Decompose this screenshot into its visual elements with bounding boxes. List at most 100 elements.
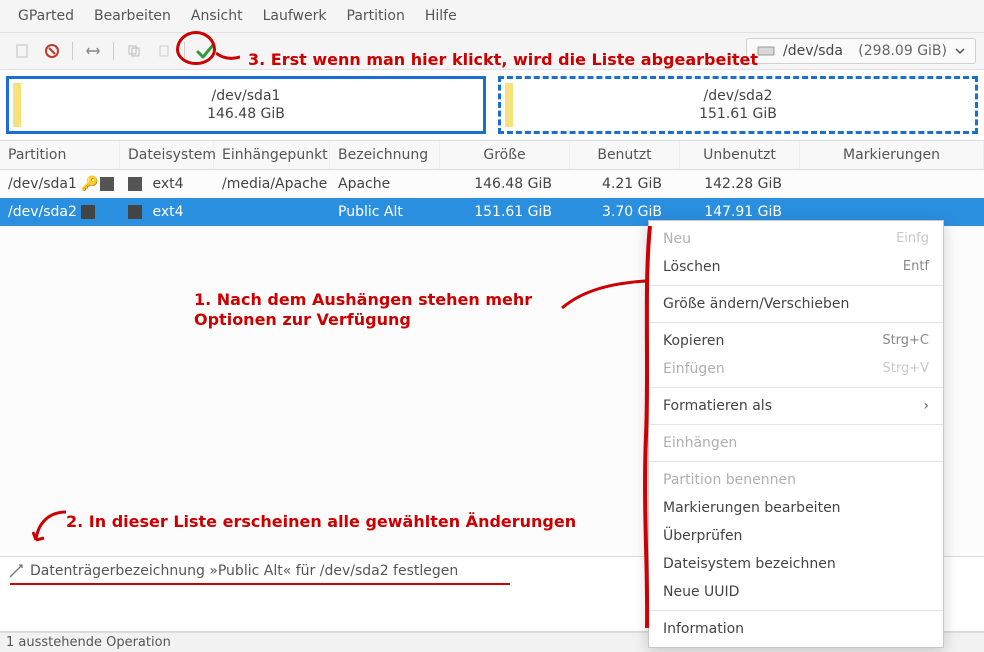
- context-menu-label: Partition benennen: [663, 472, 796, 488]
- context-menu-separator: [649, 285, 943, 286]
- context-menu-item: Partition benennen: [649, 466, 943, 494]
- context-menu-separator: [649, 387, 943, 388]
- partition-block-size: 151.61 GiB: [699, 105, 777, 123]
- context-menu-label: Information: [663, 621, 744, 637]
- cell-mountpoint: /media/Apache: [214, 170, 330, 198]
- col-partition[interactable]: Partition: [0, 141, 120, 169]
- label-icon: [8, 563, 24, 579]
- fs-color-swatch: [128, 177, 142, 191]
- fs-color-swatch: [81, 205, 95, 219]
- annotation-tick: [216, 49, 240, 65]
- context-menu-item[interactable]: Markierungen bearbeiten: [649, 494, 943, 522]
- fs-color-swatch: [128, 205, 142, 219]
- paste-button[interactable]: [150, 37, 178, 65]
- menu-gparted[interactable]: GParted: [8, 4, 84, 28]
- partition-block-name: /dev/sda1: [207, 87, 285, 105]
- context-menu-item: Einhängen: [649, 429, 943, 457]
- copy-button[interactable]: [120, 37, 148, 65]
- partition-block-size: 146.48 GiB: [207, 105, 285, 123]
- context-menu: NeuEinfgLöschenEntf Größe ändern/Verschie…: [648, 220, 944, 648]
- table-row[interactable]: /dev/sda1 🔑 ext4 /media/Apache Apache 14…: [0, 170, 984, 198]
- partition-block-sda2[interactable]: /dev/sda2 151.61 GiB: [498, 76, 978, 134]
- resize-move-button[interactable]: [79, 37, 107, 65]
- device-size: (298.09 GiB): [858, 43, 947, 59]
- annotation-1: 1. Nach dem Aushängen stehen mehr Option…: [194, 290, 574, 330]
- context-menu-separator: [649, 610, 943, 611]
- new-partition-button[interactable]: [8, 37, 36, 65]
- lock-icon: 🔑: [81, 176, 95, 192]
- cell-flags: [800, 178, 984, 190]
- context-menu-item: NeuEinfg: [649, 225, 943, 253]
- table-header: Partition Dateisystem Einhängepunkt Beze…: [0, 140, 984, 170]
- cell-flags: [800, 206, 984, 218]
- annotation-arrow-1: [560, 278, 660, 318]
- col-label[interactable]: Bezeichnung: [330, 141, 440, 169]
- context-menu-accelerator: Strg+C: [882, 333, 929, 349]
- cell-label: Public Alt: [330, 198, 440, 226]
- partition-block-name: /dev/sda2: [699, 87, 777, 105]
- col-used[interactable]: Benutzt: [570, 141, 680, 169]
- col-size[interactable]: Größe: [440, 141, 570, 169]
- context-menu-item[interactable]: Größe ändern/Verschieben: [649, 290, 943, 318]
- col-flags[interactable]: Markierungen: [800, 141, 984, 169]
- context-menu-item[interactable]: Formatieren als›: [649, 392, 943, 420]
- cell-label: Apache: [330, 170, 440, 198]
- annotation-underline: [10, 583, 510, 585]
- resize-icon: [85, 43, 101, 59]
- context-menu-item[interactable]: Überprüfen: [649, 522, 943, 550]
- menu-partition[interactable]: Partition: [337, 4, 415, 28]
- chevron-right-icon: ›: [923, 398, 929, 414]
- context-menu-label: Neue UUID: [663, 584, 739, 600]
- context-menu-accelerator: Einfg: [896, 231, 929, 247]
- menu-help[interactable]: Hilfe: [415, 4, 467, 28]
- cell-mountpoint: [214, 206, 330, 218]
- delete-icon: [44, 43, 60, 59]
- context-menu-item[interactable]: Kopieren Strg+C: [649, 327, 943, 355]
- cell-filesystem: ext4: [152, 204, 183, 220]
- separator: [184, 42, 185, 60]
- menubar: GParted Bearbeiten Ansicht Laufwerk Part…: [0, 0, 984, 33]
- paste-icon: [156, 43, 172, 59]
- cell-partition: /dev/sda2: [8, 204, 77, 220]
- status-text: 1 ausstehende Operation: [6, 635, 171, 650]
- context-menu-label: Kopieren: [663, 333, 724, 349]
- cell-partition: /dev/sda1: [8, 176, 77, 192]
- harddisk-icon: [757, 44, 775, 58]
- menu-view[interactable]: Ansicht: [181, 4, 253, 28]
- context-menu-label: Einfügen: [663, 361, 725, 377]
- fs-color-swatch: [100, 177, 114, 191]
- context-menu-label: Einhängen: [663, 435, 737, 451]
- context-menu-accelerator: Strg+V: [882, 361, 929, 377]
- annotation-2: 2. In dieser Liste erscheinen alle gewäh…: [66, 512, 576, 532]
- pending-text: Datenträgerbezeichnung »Public Alt« für …: [30, 563, 458, 579]
- cell-used: 4.21 GiB: [570, 170, 680, 198]
- document-new-icon: [14, 43, 30, 59]
- context-menu-label: Dateisystem bezeichnen: [663, 556, 836, 572]
- apply-button[interactable]: [191, 37, 219, 65]
- col-mountpoint[interactable]: Einhängepunkt: [214, 141, 330, 169]
- cell-size: 151.61 GiB: [440, 198, 570, 226]
- cell-unused: 142.28 GiB: [680, 170, 800, 198]
- menu-edit[interactable]: Bearbeiten: [84, 4, 181, 28]
- context-menu-accelerator: Entf: [903, 259, 929, 275]
- context-menu-separator: [649, 424, 943, 425]
- separator: [72, 42, 73, 60]
- context-menu-label: Markierungen bearbeiten: [663, 500, 841, 516]
- device-selector[interactable]: /dev/sda (298.09 GiB): [746, 38, 976, 64]
- device-name: /dev/sda: [783, 43, 843, 59]
- menu-device[interactable]: Laufwerk: [253, 4, 337, 28]
- separator: [113, 42, 114, 60]
- context-menu-item[interactable]: LöschenEntf: [649, 253, 943, 281]
- delete-partition-button[interactable]: [38, 37, 66, 65]
- col-unused[interactable]: Unbenutzt: [680, 141, 800, 169]
- table-body: /dev/sda1 🔑 ext4 /media/Apache Apache 14…: [0, 170, 984, 226]
- context-menu-item[interactable]: Information: [649, 615, 943, 643]
- col-filesystem[interactable]: Dateisystem: [120, 141, 214, 169]
- context-menu-item[interactable]: Dateisystem bezeichnen: [649, 550, 943, 578]
- annotation-arrow-2: [32, 510, 72, 544]
- partition-map: /dev/sda1 146.48 GiB /dev/sda2 151.61 Gi…: [0, 70, 984, 140]
- partition-block-sda1[interactable]: /dev/sda1 146.48 GiB: [6, 76, 486, 134]
- context-menu-item[interactable]: Neue UUID: [649, 578, 943, 606]
- context-menu-item: Einfügen Strg+V: [649, 355, 943, 383]
- context-menu-label: Überprüfen: [663, 528, 742, 544]
